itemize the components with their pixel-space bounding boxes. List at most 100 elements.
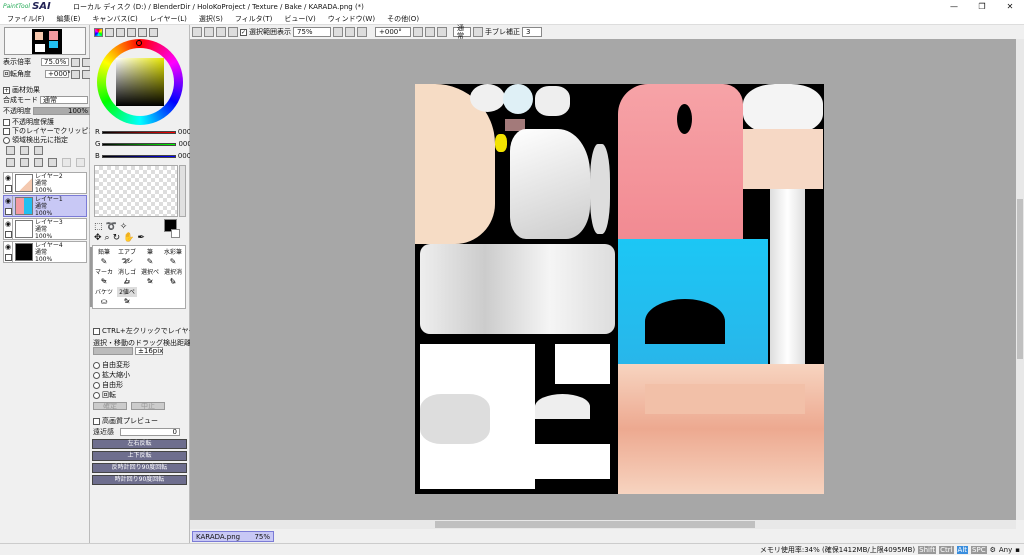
zoom-reset-button[interactable] xyxy=(357,27,367,37)
free-transform-radio[interactable] xyxy=(93,361,100,369)
layer-item-selected[interactable]: ◉ レイヤー1 通常 100% xyxy=(3,195,87,217)
layer-item[interactable]: ◉ レイヤー3 通常 100% xyxy=(3,218,87,240)
cancel-button[interactable]: 中止 xyxy=(131,402,165,410)
flip-horizontal-button[interactable]: 左右反転 xyxy=(92,439,187,449)
undo-button[interactable] xyxy=(192,27,202,37)
rgb-slider-tab[interactable] xyxy=(105,28,114,37)
magic-wand-icon[interactable]: ✧ xyxy=(120,222,128,232)
color-history[interactable] xyxy=(94,165,178,217)
tool-pencil[interactable]: 鉛筆 xyxy=(94,247,114,257)
delete-layer-icon[interactable] xyxy=(48,158,57,167)
g-slider[interactable] xyxy=(102,142,177,146)
eye-icon[interactable]: ◉ xyxy=(5,243,11,251)
rotate-ccw-button[interactable]: 反時計回り90度回転 xyxy=(92,463,187,473)
horizontal-scrollbar[interactable] xyxy=(190,520,1016,529)
swatches-tab[interactable] xyxy=(127,28,136,37)
canvas-area[interactable] xyxy=(190,39,1016,520)
tool-airbrush[interactable]: エアブラシ xyxy=(117,247,137,265)
zoom-select[interactable]: 75% xyxy=(293,27,331,37)
tool-select-eraser[interactable]: 選択消し xyxy=(163,267,183,285)
color-history-scrollbar[interactable] xyxy=(179,165,186,217)
color-wheel[interactable] xyxy=(97,39,183,125)
protect-opacity-checkbox[interactable] xyxy=(3,118,10,126)
merge-down-icon[interactable] xyxy=(20,158,29,167)
ctrl-select-checkbox[interactable] xyxy=(93,327,100,335)
drag-distance-field[interactable]: ±16pix xyxy=(135,347,163,355)
mode-select[interactable]: 通常 xyxy=(453,24,471,40)
maximize-button[interactable]: ❐ xyxy=(968,0,996,13)
tool-select-pen[interactable]: 選択ペン xyxy=(140,267,160,285)
layer-item[interactable]: ◉ レイヤー2 通常 100% xyxy=(3,172,87,194)
angle-select[interactable]: +000° xyxy=(375,27,411,37)
menu-layer[interactable]: レイヤー(L) xyxy=(150,14,187,24)
menu-edit[interactable]: 編集(E) xyxy=(57,14,81,24)
eye-icon[interactable]: ◉ xyxy=(5,174,11,182)
menu-window[interactable]: ウィンドウ(W) xyxy=(328,14,375,24)
r-slider[interactable] xyxy=(101,130,176,134)
confirm-button[interactable]: 確定 xyxy=(93,402,127,410)
zoom-in-button[interactable] xyxy=(345,27,355,37)
scale-radio[interactable] xyxy=(93,371,100,379)
opacity-slider[interactable]: 100% xyxy=(33,107,91,115)
stabilizer-select[interactable]: 3 xyxy=(522,27,542,37)
close-button[interactable]: ✕ xyxy=(996,0,1024,13)
angle-field[interactable]: +000° xyxy=(45,70,71,78)
eyedropper-icon[interactable]: ✒ xyxy=(137,233,145,243)
zoom-minus-button[interactable] xyxy=(71,57,80,67)
zoom-tool-icon[interactable]: ⌕ xyxy=(105,233,110,243)
rotate-left-button[interactable] xyxy=(413,27,423,37)
hand-tool-icon[interactable]: ✋ xyxy=(123,233,134,243)
invert-selection-button[interactable] xyxy=(228,27,238,37)
menu-view[interactable]: ビュー(V) xyxy=(284,14,315,24)
angle-left-button[interactable] xyxy=(71,69,80,79)
tool-binary-pen[interactable]: 2値ペン xyxy=(117,287,137,305)
document-tab[interactable]: KARADA.png 75% xyxy=(192,531,274,542)
drag-distance-bar[interactable] xyxy=(93,347,133,355)
redo-button[interactable] xyxy=(204,27,214,37)
scratchpad-tab[interactable] xyxy=(138,28,147,37)
rotate-cw-button[interactable]: 時計回り90度回転 xyxy=(92,475,187,485)
horizontal-scroll-thumb[interactable] xyxy=(435,521,755,528)
rotate-right-button[interactable] xyxy=(425,27,435,37)
vertical-scrollbar[interactable] xyxy=(1016,39,1024,520)
menu-select[interactable]: 選択(S) xyxy=(199,14,223,24)
tool-eraser[interactable]: 消しゴム xyxy=(117,267,137,285)
rotate-reset-button[interactable] xyxy=(437,27,447,37)
tool-brush[interactable]: 筆 xyxy=(140,247,160,257)
texture-canvas[interactable] xyxy=(415,84,824,494)
zoom-out-button[interactable] xyxy=(333,27,343,37)
flip-vertical-button[interactable]: 上下反転 xyxy=(92,451,187,461)
tool-bucket[interactable]: バケツ xyxy=(94,287,114,297)
menu-filter[interactable]: フィルタ(T) xyxy=(235,14,273,24)
saturation-value-square[interactable] xyxy=(116,58,164,106)
tool-grid-scrollbar[interactable] xyxy=(90,247,92,307)
lock-checkbox[interactable] xyxy=(4,253,12,261)
tool-marker[interactable]: マーカー xyxy=(94,267,114,285)
palette-tab[interactable] xyxy=(149,28,158,37)
background-color-swatch[interactable] xyxy=(171,229,180,238)
perspective-field[interactable]: 0 xyxy=(120,428,180,436)
tool-watercolor[interactable]: 水彩筆 xyxy=(163,247,183,257)
free-shape-radio[interactable] xyxy=(93,381,100,389)
transfer-down-icon[interactable] xyxy=(6,158,15,167)
rotate-radio[interactable] xyxy=(93,391,100,399)
delete-mask-icon[interactable] xyxy=(76,158,85,167)
color-wheel-tab[interactable] xyxy=(94,28,103,37)
lasso-tool-icon[interactable]: ➰ xyxy=(106,222,117,232)
layer-item[interactable]: ◉ レイヤー4 通常 100% xyxy=(3,241,87,263)
move-tool-icon[interactable]: ✥ xyxy=(94,233,102,243)
menu-other[interactable]: その他(O) xyxy=(387,14,419,24)
apply-mask-icon[interactable] xyxy=(62,158,71,167)
lock-checkbox[interactable] xyxy=(4,184,12,192)
minimize-button[interactable]: — xyxy=(940,0,968,13)
selection-tool-icon[interactable]: ⬚ xyxy=(94,222,103,232)
new-folder-icon[interactable] xyxy=(34,146,43,155)
rotate-tool-icon[interactable]: ↻ xyxy=(113,233,121,243)
deselect-button[interactable] xyxy=(216,27,226,37)
new-layer-icon[interactable] xyxy=(6,146,15,155)
b-slider[interactable] xyxy=(101,154,176,158)
new-layer-set-icon[interactable] xyxy=(20,146,29,155)
eye-icon[interactable]: ◉ xyxy=(5,220,11,228)
vertical-scroll-thumb[interactable] xyxy=(1017,199,1023,359)
blend-select[interactable]: 通常 xyxy=(40,96,88,104)
